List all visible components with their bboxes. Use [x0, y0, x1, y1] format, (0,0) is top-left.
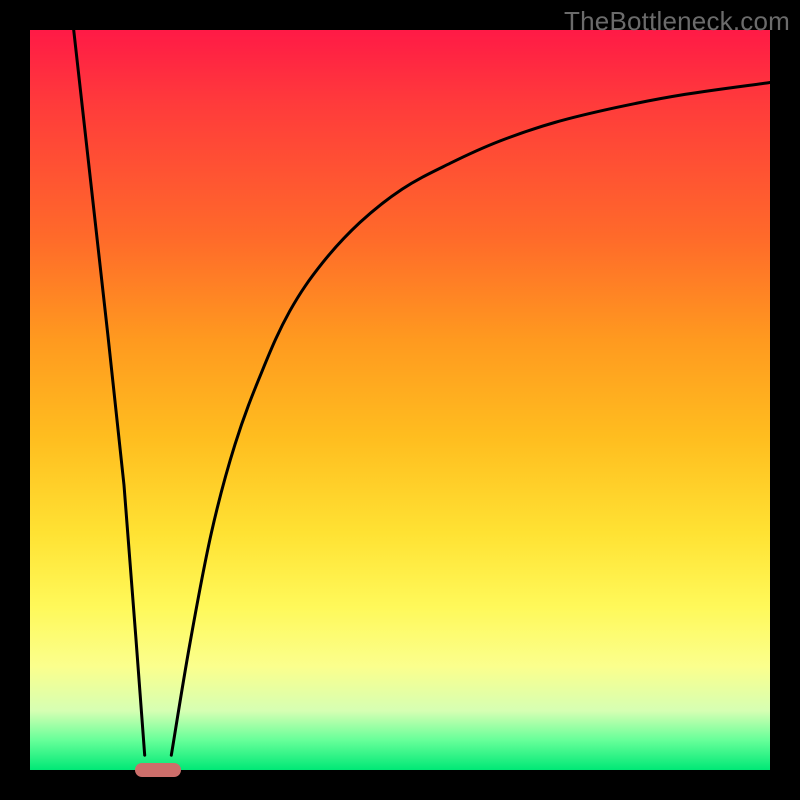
plot-area: [30, 30, 770, 770]
optimal-range-marker: [135, 763, 181, 777]
watermark-text: TheBottleneck.com: [564, 6, 790, 37]
bottleneck-curve: [30, 30, 770, 770]
curve-right-branch: [171, 83, 770, 756]
curve-left-branch: [74, 30, 145, 755]
chart-frame: TheBottleneck.com: [0, 0, 800, 800]
